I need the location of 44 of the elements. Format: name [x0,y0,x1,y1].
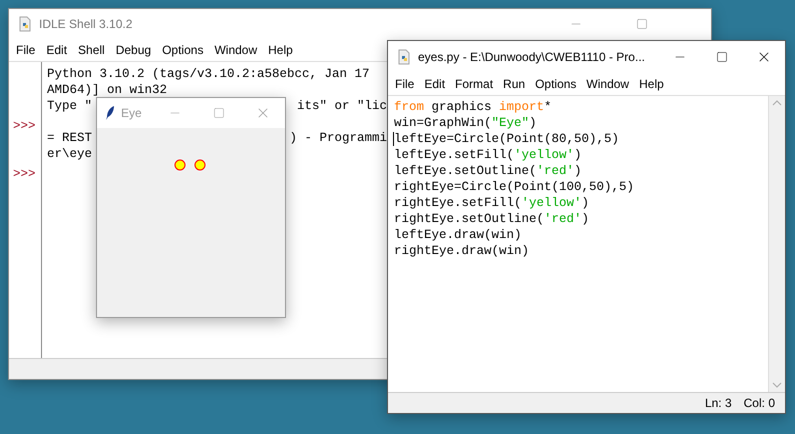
scroll-up-icon[interactable] [772,100,782,106]
code-line: rightEye.setOutline('red') [394,211,590,227]
code-line: leftEye.draw(win) [394,227,523,243]
column-number: Col: 0 [744,396,775,410]
window-title: eyes.py - E:\Dunwoody\CWEB1110 - Pro... [418,50,645,64]
shell-output-line: Type " [47,98,92,114]
menu-item[interactable]: Shell [73,43,110,57]
shell-output-line: ) - Programmi [289,130,387,146]
prompt: >>> [12,167,36,181]
code-line: from graphics import* [394,99,553,115]
scrollbar[interactable] [768,96,785,392]
shell-output-line: = REST [47,130,92,146]
code-line: win=GraphWin("Eye") [394,115,538,131]
window-title: IDLE Shell 3.10.2 [39,17,132,31]
menu-item[interactable]: Options [530,77,582,91]
menu-item[interactable]: Window [581,77,634,91]
line-number: Ln: 3 [704,396,732,410]
shell-output-line: Python 3.10.2 (tags/v3.10.2:a58ebcc, Jan 17 [47,66,370,82]
menu-item[interactable]: Help [263,43,298,57]
menu-item[interactable]: Window [209,43,262,57]
menu-item[interactable]: Edit [41,43,72,57]
eyes-drawing [174,159,208,171]
menu-item[interactable]: Options [157,43,208,57]
window-title: Eye [121,106,142,120]
menu-item[interactable]: Format [450,77,498,91]
menu-item[interactable]: Help [634,77,669,91]
shell-output-line: er\eye [47,146,92,162]
shell-output-line: its" or "lic [296,98,387,114]
menu-item[interactable]: Edit [419,77,450,91]
maximize-icon[interactable] [716,51,728,63]
menu-item[interactable]: Debug [110,43,156,57]
code-line: rightEye.setFill('yellow') [394,195,590,211]
scroll-down-icon[interactable] [772,382,782,388]
prompt: >>> [12,119,36,133]
menu-item[interactable]: File [390,77,420,91]
code-line: leftEye=Circle(Point(80,50),5) [394,131,620,147]
shell-output-line: AMD64)] on win32 [47,82,168,98]
code-line: leftEye.setOutline('red') [394,163,583,179]
code-line: rightEye.draw(win) [394,243,530,259]
feather-icon [105,105,115,121]
menu-item[interactable]: Run [498,77,530,91]
code-line: rightEye=Circle(Point(100,50),5) [394,179,636,195]
code-line: leftEye.setFill('yellow') [394,147,583,163]
menu-item[interactable]: File [11,43,40,57]
